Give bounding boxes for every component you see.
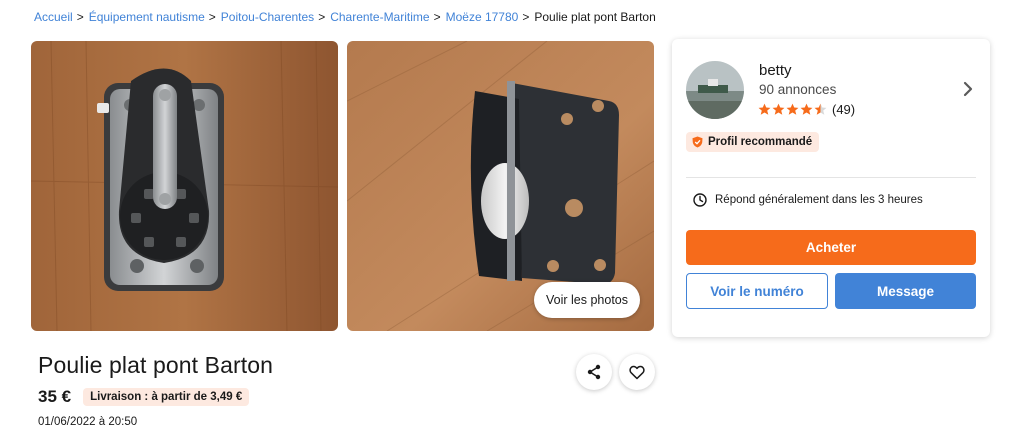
see-photos-button[interactable]: Voir les photos [534,282,640,318]
share-button[interactable] [576,354,612,390]
listing-photo-secondary[interactable]: Voir les photos [347,41,654,331]
share-icon [587,364,601,380]
rating-stars [758,103,828,116]
star-full-icon [758,103,771,115]
buy-button[interactable]: Acheter [686,230,976,265]
seller-avatar[interactable] [686,61,744,119]
pulley-block-photo [31,41,338,331]
seller-ads-count: 90 annonces [759,82,837,97]
response-time: Répond généralement dans les 3 heures [693,193,923,207]
shield-check-icon [692,136,703,148]
star-half-icon [814,103,827,115]
rating-count[interactable]: (49) [832,102,855,117]
recommended-profile-label: Profil recommandé [708,136,813,148]
divider [686,177,976,178]
breadcrumb-link-category[interactable]: Équipement nautisme [89,10,205,24]
ad-date: 01/06/2022 à 20:50 [38,416,138,428]
ad-title: Poulie plat pont Barton [38,352,274,378]
listing-photo-main[interactable] [31,41,338,331]
seller-name[interactable]: betty [759,62,792,79]
delivery-badge: Livraison : à partir de 3,49 € [83,388,250,406]
breadcrumb-link-department[interactable]: Charente-Maritime [330,10,429,24]
chevron-right-icon[interactable] [961,80,975,98]
heart-icon [629,365,645,379]
star-full-icon [800,103,813,115]
favorite-button[interactable] [619,354,655,390]
show-phone-button[interactable]: Voir le numéro [686,273,828,309]
clock-icon [693,193,707,207]
breadcrumb-separator: > [76,10,84,24]
seller-avatar-image [686,61,744,119]
star-full-icon [772,103,785,115]
breadcrumb-link-city[interactable]: Moëze 17780 [446,10,519,24]
breadcrumb-separator: > [318,10,326,24]
star-full-icon [786,103,799,115]
response-time-label: Répond généralement dans les 3 heures [715,194,923,206]
recommended-profile-badge: Profil recommandé [686,132,820,152]
seller-rating: (49) [758,102,855,117]
breadcrumb-current: Poulie plat pont Barton [534,10,656,24]
message-button[interactable]: Message [835,273,976,309]
price-row: 35 € Livraison : à partir de 3,49 € [38,387,250,407]
seller-card: betty 90 annonces (49) Profil recommandé [672,39,990,337]
breadcrumb-separator: > [433,10,441,24]
breadcrumb-link-home[interactable]: Accueil [34,10,73,24]
breadcrumb-separator: > [208,10,216,24]
ad-price: 35 € [38,387,72,406]
breadcrumb: Accueil > Équipement nautisme > Poitou-C… [34,9,656,25]
breadcrumb-separator: > [522,10,530,24]
breadcrumb-link-region[interactable]: Poitou-Charentes [221,10,314,24]
